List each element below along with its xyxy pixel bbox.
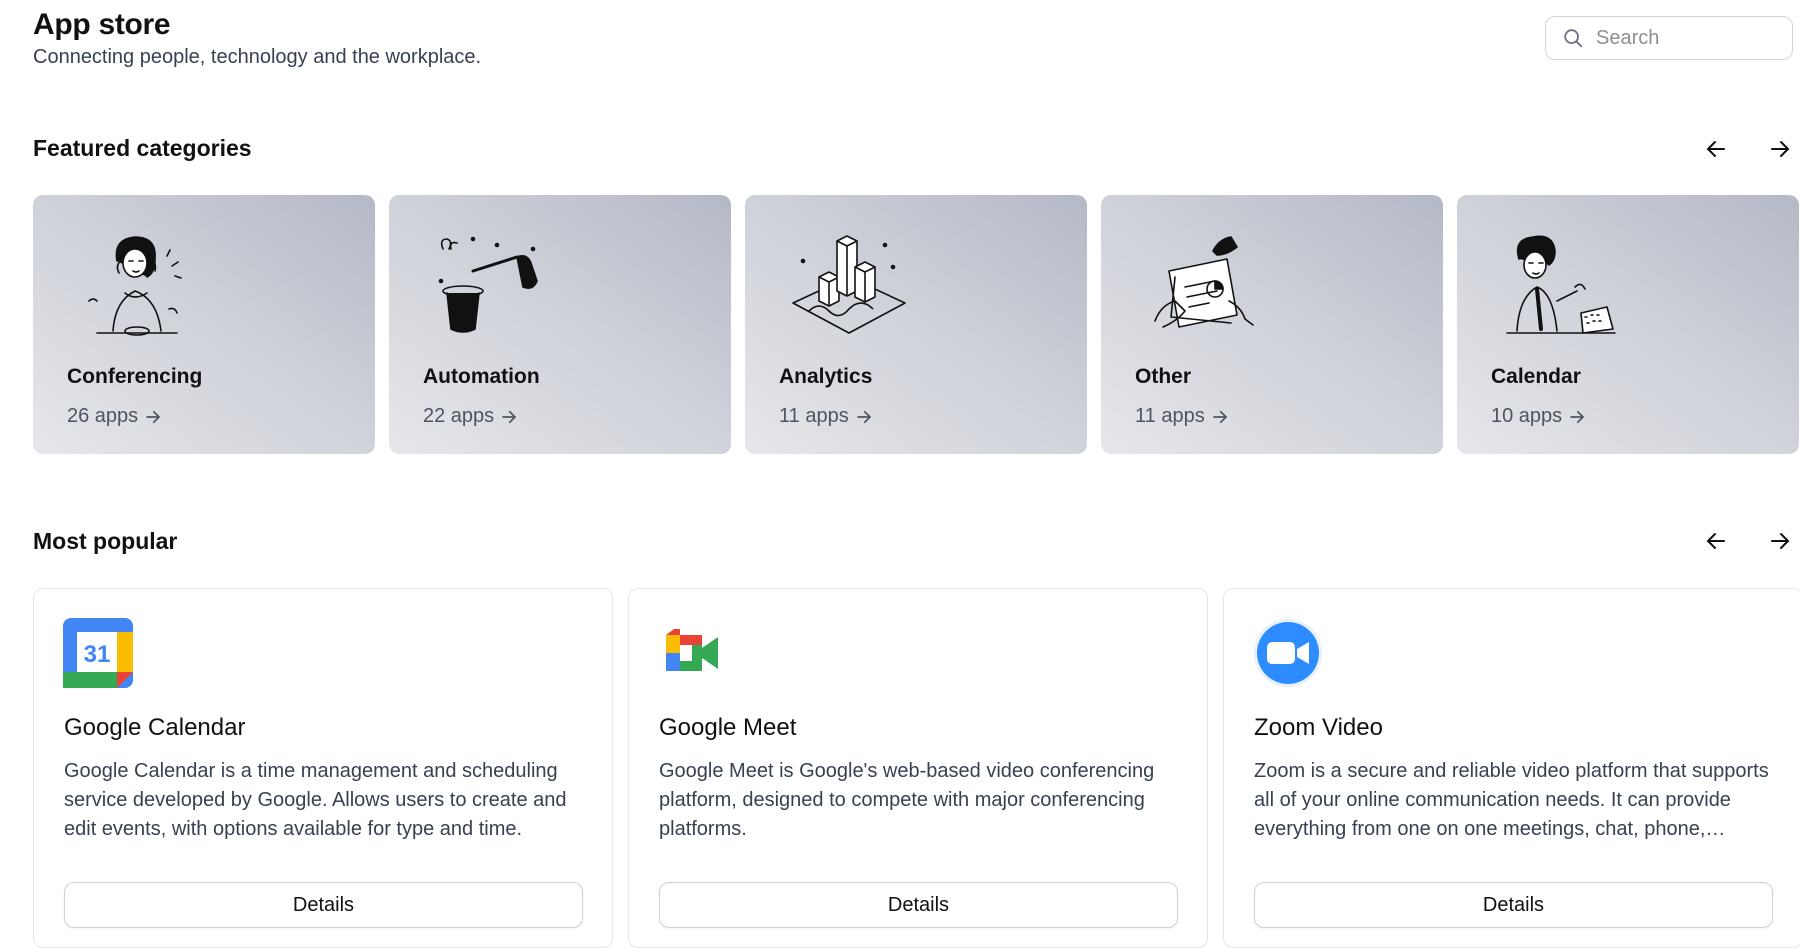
featured-next-button[interactable] [1764, 133, 1796, 165]
category-count: 22 apps [423, 405, 518, 428]
arrow-right-icon [1771, 533, 1789, 549]
featured-categories-row: Conferencing 26 apps Automation 22 apps [33, 195, 1799, 454]
person-calendar-illustration [1506, 235, 1616, 334]
details-button[interactable]: Details [64, 882, 583, 928]
app-description: Google Calendar is a time management and… [64, 760, 567, 840]
arrow-left-icon [1707, 141, 1725, 157]
category-count: 11 apps [1135, 405, 1229, 428]
bar-blocks-illustration [792, 235, 906, 334]
category-count: 10 apps [1491, 405, 1586, 428]
category-count: 26 apps [67, 405, 162, 428]
woman-on-phone-illustration [88, 236, 182, 336]
category-name: Conferencing [67, 365, 203, 388]
popular-next-button[interactable] [1764, 525, 1796, 557]
category-name: Calendar [1491, 365, 1581, 388]
category-name: Other [1135, 365, 1192, 388]
most-popular-title: Most popular [33, 528, 178, 554]
category-card-other[interactable]: Other 11 apps [1101, 195, 1443, 454]
page-title: App store [33, 8, 171, 41]
arrow-right-icon [1570, 410, 1584, 423]
app-card-google-calendar[interactable]: 31 Google Calendar Google Calendar is a … [33, 588, 613, 948]
category-count-label: 10 apps [1491, 405, 1563, 427]
magic-hat-illustration [438, 236, 538, 333]
app-name: Zoom Video [1254, 714, 1383, 741]
hands-document-illustration [1154, 236, 1254, 328]
category-card-conferencing[interactable]: Conferencing 26 apps [33, 195, 375, 454]
search-box[interactable] [1545, 16, 1793, 60]
category-count-label: 11 apps [1135, 405, 1205, 427]
calendar-day-number: 31 [84, 641, 111, 668]
arrow-left-icon [1707, 533, 1725, 549]
category-count-label: 26 apps [67, 405, 139, 427]
arrow-right-icon [1212, 410, 1227, 423]
google-calendar-icon: 31 [63, 618, 133, 688]
app-name: Google Calendar [64, 714, 246, 741]
app-name: Google Meet [659, 714, 797, 741]
most-popular-row: 31 Google Calendar Google Calendar is a … [33, 588, 1800, 948]
category-count: 11 apps [779, 405, 873, 428]
details-button[interactable]: Details [1254, 882, 1773, 928]
category-card-automation[interactable]: Automation 22 apps [389, 195, 731, 454]
featured-prev-button[interactable] [1700, 133, 1732, 165]
app-description: Google Meet is Google's web-based video … [659, 760, 1155, 840]
zoom-icon [1254, 619, 1322, 687]
category-card-calendar[interactable]: Calendar 10 apps [1457, 195, 1799, 454]
category-name: Automation [423, 365, 540, 388]
arrow-right-icon [1771, 141, 1789, 157]
popular-prev-button[interactable] [1700, 525, 1732, 557]
search-input[interactable] [1594, 25, 1788, 51]
app-card-zoom-video[interactable]: Zoom Video Zoom is a secure and reliable… [1223, 588, 1800, 948]
arrow-right-icon [146, 410, 160, 423]
app-card-google-meet[interactable]: Google Meet Google Meet is Google's web-… [628, 588, 1208, 948]
google-meet-icon [666, 629, 718, 671]
category-card-analytics[interactable]: Analytics 11 apps [745, 195, 1087, 454]
arrow-right-icon [502, 410, 516, 423]
details-button[interactable]: Details [659, 882, 1178, 928]
featured-categories-title: Featured categories [33, 135, 252, 161]
page-subtitle: Connecting people, technology and the wo… [33, 46, 482, 68]
app-description: Zoom is a secure and reliable video plat… [1254, 760, 1769, 840]
arrow-right-icon [856, 410, 871, 423]
search-icon [1564, 29, 1583, 48]
category-count-label: 11 apps [779, 405, 849, 427]
category-count-label: 22 apps [423, 405, 495, 427]
category-name: Analytics [779, 365, 873, 388]
